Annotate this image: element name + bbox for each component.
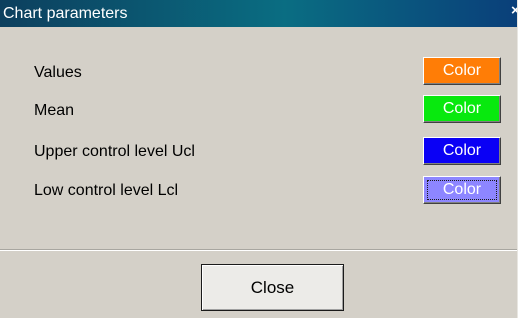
title-bar[interactable]: Chart parameters ×: [0, 0, 517, 27]
ucl-color-button[interactable]: Color: [423, 137, 501, 165]
close-button[interactable]: Close: [201, 264, 344, 311]
chart-parameters-dialog: Chart parameters × Values Color Mean Col…: [0, 0, 518, 318]
values-color-button[interactable]: Color: [423, 57, 501, 85]
ucl-label: Upper control level Ucl: [34, 143, 195, 160]
lcl-label: Low control level Lcl: [34, 182, 179, 199]
lcl-color-button[interactable]: Color: [423, 176, 501, 204]
dialog-title: Chart parameters: [3, 5, 128, 22]
values-label: Values: [34, 64, 82, 81]
close-icon[interactable]: ×: [511, 3, 517, 19]
focus-ring: [427, 180, 497, 200]
mean-color-button[interactable]: Color: [423, 95, 501, 123]
footer-separator: [0, 249, 517, 251]
mean-label: Mean: [34, 102, 75, 119]
